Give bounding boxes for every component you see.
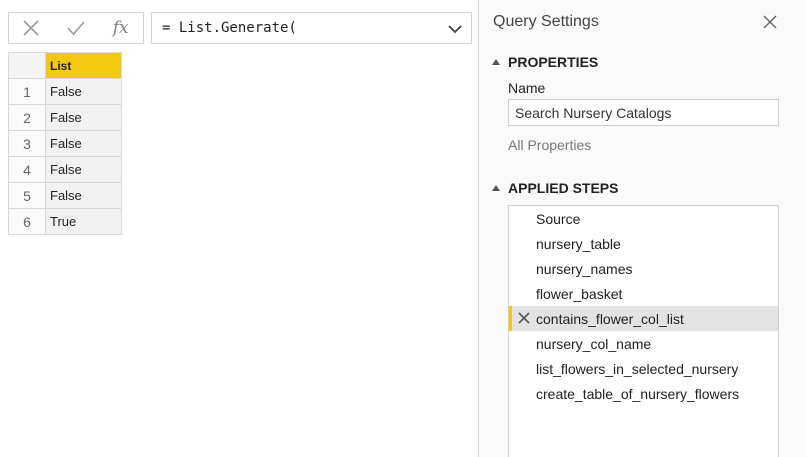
table-row: 6 True [8, 208, 122, 235]
step-label: nursery_col_name [536, 335, 652, 352]
step-nursery-names[interactable]: nursery_names [509, 256, 778, 281]
step-label: list_flowers_in_selected_nursery [536, 360, 739, 377]
step-label: nursery_names [536, 260, 633, 277]
column-header-list[interactable]: List [45, 52, 122, 79]
close-icon[interactable] [760, 12, 780, 32]
table-row: 5 False [8, 182, 122, 209]
formula-text: = List.Generate( [162, 20, 297, 36]
table-cell[interactable]: False [45, 104, 122, 131]
query-settings-pane: Query Settings PROPERTIES Name All Prope… [479, 0, 806, 457]
table-row: 4 False [8, 156, 122, 183]
formula-bar: fx = List.Generate( [8, 12, 474, 44]
query-settings-title: Query Settings [493, 13, 599, 30]
table-row: 1 False [8, 78, 122, 105]
row-number: 1 [8, 78, 46, 105]
applied-steps-heading: APPLIED STEPS [508, 180, 619, 196]
query-preview-pane: fx = List.Generate( List 1 False 2 False… [0, 0, 478, 457]
x-icon [23, 20, 39, 36]
step-nursery-table[interactable]: nursery_table [509, 231, 778, 256]
step-label: create_table_of_nursery_flowers [536, 385, 740, 402]
formula-buttons: fx [8, 12, 144, 44]
step-flower-basket[interactable]: flower_basket [509, 281, 778, 306]
step-label: contains_flower_col_list [536, 310, 684, 327]
row-number: 3 [8, 130, 46, 157]
delete-step-icon[interactable] [518, 312, 530, 324]
formula-input[interactable]: = List.Generate( [151, 12, 472, 44]
step-label: nursery_table [536, 235, 621, 252]
table-cell[interactable]: False [45, 156, 122, 183]
commit-formula-button[interactable] [62, 14, 90, 42]
row-number: 4 [8, 156, 46, 183]
properties-heading: PROPERTIES [508, 54, 599, 70]
fx-icon: fx [112, 18, 129, 38]
properties-section-toggle[interactable]: PROPERTIES [492, 54, 598, 70]
name-label: Name [508, 80, 546, 96]
row-number: 5 [8, 182, 46, 209]
query-name-input[interactable] [508, 99, 779, 126]
all-properties-link[interactable]: All Properties [508, 137, 591, 153]
step-nursery-col-name[interactable]: nursery_col_name [509, 331, 778, 356]
table-row: 2 False [8, 104, 122, 131]
insert-function-button[interactable]: fx [107, 14, 135, 42]
collapse-triangle-icon [492, 59, 500, 65]
applied-steps-section-toggle[interactable]: APPLIED STEPS [492, 180, 618, 196]
step-label: Source [536, 210, 581, 227]
step-create-table-of-nursery-flowers[interactable]: create_table_of_nursery_flowers [509, 381, 778, 406]
table-cell[interactable]: True [45, 208, 122, 235]
step-source[interactable]: Source [509, 206, 778, 231]
collapse-triangle-icon [492, 185, 500, 191]
table-cell[interactable]: False [45, 182, 122, 209]
grid-corner[interactable] [8, 52, 46, 79]
step-contains-flower-col-list[interactable]: contains_flower_col_list [509, 306, 778, 331]
table-cell[interactable]: False [45, 130, 122, 157]
table-row: 3 False [8, 130, 122, 157]
applied-steps-list: Source nursery_table nursery_names flowe… [508, 205, 779, 457]
step-list-flowers-in-selected-nursery[interactable]: list_flowers_in_selected_nursery [509, 356, 778, 381]
table-cell[interactable]: False [45, 78, 122, 105]
chevron-down-icon[interactable] [447, 22, 463, 36]
row-number: 2 [8, 104, 46, 131]
check-icon [67, 21, 85, 36]
cancel-formula-button[interactable] [17, 14, 45, 42]
data-grid: List 1 False 2 False 3 False 4 False 5 F… [8, 52, 122, 235]
step-label: flower_basket [536, 285, 623, 302]
row-number: 6 [8, 208, 46, 235]
